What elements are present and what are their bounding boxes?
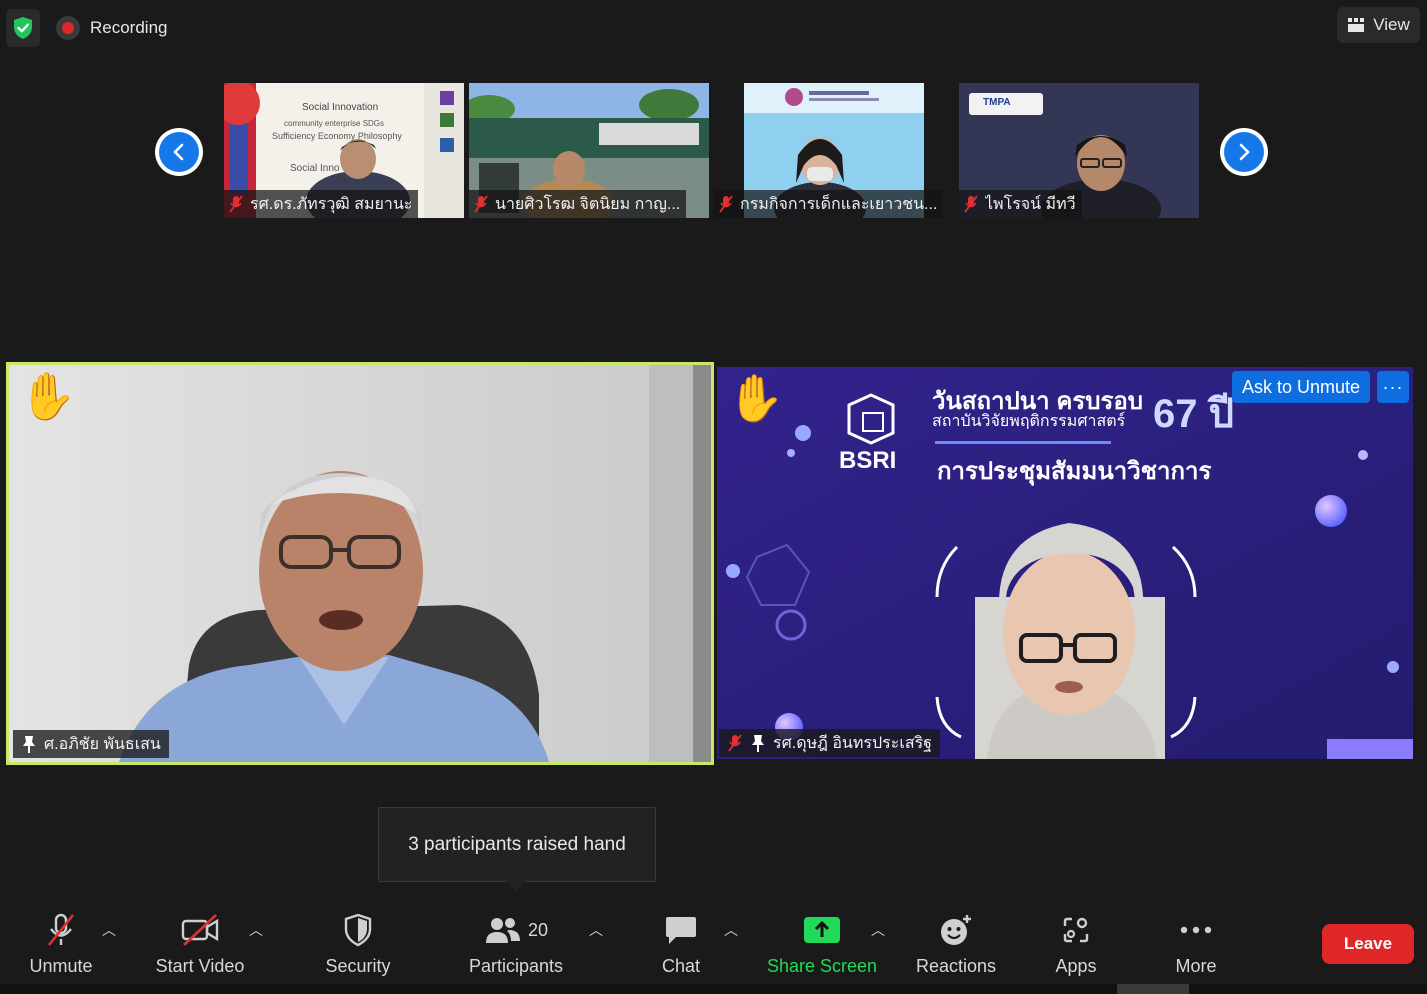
tile-more-options-button[interactable]: ··· [1377, 371, 1409, 403]
participant-thumbnail[interactable]: กรมกิจการเด็กและเยาวชน... [714, 83, 954, 218]
start-video-button[interactable]: Start Video [150, 910, 250, 984]
participants-icon [485, 918, 520, 943]
ask-to-unmute-button[interactable]: Ask to Unmute [1231, 371, 1370, 403]
participants-button[interactable]: 20 Participants [462, 910, 570, 984]
participant-name-label: รศ.ดุษฎี อินทรประเสริฐ [719, 729, 941, 757]
participant-name-label: นายศิวโรฒ จิตนิยม กาญ... [469, 190, 687, 218]
participant-name-label: ศ.อภิชัย พันธเสน [13, 730, 169, 758]
start-video-label: Start Video [155, 956, 245, 976]
raised-hand-icon: ✋ [19, 370, 77, 422]
shield-check-icon [14, 17, 32, 39]
more-dots-icon [1180, 926, 1212, 934]
video-off-icon [181, 914, 219, 946]
participant-video [9, 365, 711, 762]
bottom-edge [0, 984, 1427, 994]
reactions-label: Reactions [915, 956, 997, 976]
participant-thumbnail[interactable]: TMPA ไพโรจน์ มีทวี [959, 83, 1199, 218]
chevron-left-icon [173, 143, 184, 161]
meeting-toolbar: Unmute ︿ Start Video ︿ Security 20 Parti… [0, 900, 1427, 994]
participants-options-caret-icon[interactable]: ︿ [589, 920, 603, 940]
security-label: Security [325, 956, 391, 976]
participant-thumbnail[interactable]: นายศิวโรฒ จิตนิยม กาญ... [469, 83, 709, 218]
muted-mic-icon [728, 734, 742, 752]
participant-name-label: กรมกิจการเด็กและเยาวชน... [714, 190, 944, 218]
security-button[interactable]: Security [318, 910, 398, 984]
pin-icon [752, 735, 764, 752]
participants-label: Participants [468, 956, 564, 976]
share-screen-button[interactable]: Share Screen [764, 910, 880, 984]
unmute-button[interactable]: Unmute [22, 910, 100, 984]
raised-hand-tooltip: 3 participants raised hand [378, 807, 656, 891]
recording-dot-icon [56, 16, 80, 40]
video-options-caret-icon[interactable]: ︿ [249, 920, 263, 940]
muted-mic-icon [964, 195, 978, 213]
participants-count: 20 [527, 919, 549, 940]
share-screen-icon [804, 917, 840, 943]
slide-text: Sufficiency Economy Philosophy [272, 131, 402, 141]
share-screen-label: Share Screen [766, 956, 878, 976]
apps-icon [1063, 917, 1089, 943]
reactions-button[interactable]: Reactions [912, 910, 1000, 984]
slide-text: community enterprise SDGs [284, 119, 385, 128]
org-logo: TMPA [983, 97, 1011, 108]
muted-mic-icon [47, 913, 75, 946]
top-bar: Recording View [0, 0, 1427, 60]
leave-button[interactable]: Leave [1322, 924, 1414, 964]
apps-label: Apps [1055, 956, 1097, 976]
encryption-shield-button[interactable] [6, 9, 40, 47]
chat-options-caret-icon[interactable]: ︿ [724, 920, 738, 940]
slide-text: Social Inno [290, 163, 340, 174]
recording-indicator[interactable]: Recording [56, 14, 168, 42]
muted-mic-icon [474, 195, 488, 213]
chat-bubble-icon [666, 917, 696, 944]
previous-page-button[interactable] [155, 128, 203, 176]
chat-label: Chat [661, 956, 701, 976]
chat-button[interactable]: Chat [650, 910, 712, 984]
participant-name-label: รศ.ดร.ภัทรวุฒิ สมยานะ [224, 190, 419, 218]
pin-icon [23, 736, 35, 753]
more-label: More [1175, 956, 1217, 976]
speaker-tile-active[interactable]: ✋ ศ.อภิชัย พันธเสน [6, 362, 714, 765]
view-label: View [1373, 15, 1410, 34]
recording-label: Recording [90, 18, 168, 37]
more-button[interactable]: More [1166, 910, 1226, 984]
muted-mic-icon [229, 195, 243, 213]
security-shield-icon [344, 913, 372, 947]
reactions-smiley-icon [941, 915, 971, 945]
participant-thumbnail[interactable]: Social Innovation community enterprise S… [224, 83, 464, 218]
banner-years: 67 ปี [1153, 392, 1234, 436]
audio-options-caret-icon[interactable]: ︿ [102, 920, 116, 940]
speaker-tile[interactable]: BSRI วันสถาปนา ครบรอบ สถาบันวิจัยพฤติกรร… [717, 367, 1413, 759]
participant-thumbnail-strip: Social Innovation community enterprise S… [0, 82, 1427, 219]
unmute-label: Unmute [29, 956, 93, 976]
banner-event-title: การประชุมสัมมนาวิชาการ [937, 458, 1212, 485]
slide-text: Social Innovation [302, 102, 379, 113]
raised-hand-icon: ✋ [727, 372, 785, 424]
grid-view-icon [1348, 18, 1365, 32]
next-page-button[interactable] [1220, 128, 1268, 176]
view-button[interactable]: View [1337, 7, 1420, 43]
participant-name-label: ไพโรจน์ มีทวี [959, 190, 1082, 218]
chevron-right-icon [1239, 143, 1250, 161]
banner-subtitle: สถาบันวิจัยพฤติกรรมศาสตร์ [932, 413, 1126, 430]
apps-button[interactable]: Apps [1046, 910, 1106, 984]
share-options-caret-icon[interactable]: ︿ [871, 920, 885, 940]
muted-mic-icon [719, 195, 733, 213]
banner-logo-text: BSRI [839, 447, 897, 474]
